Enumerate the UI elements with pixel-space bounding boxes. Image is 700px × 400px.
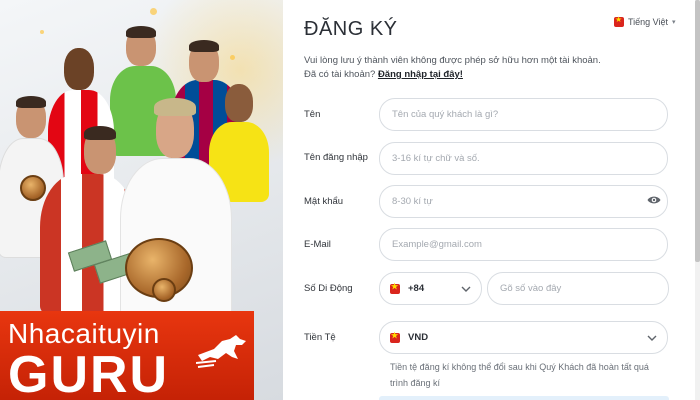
language-selector[interactable]: Tiếng Việt ▾ [614, 15, 676, 27]
name-input[interactable] [379, 98, 668, 131]
name-label: Tên [304, 109, 321, 120]
username-input[interactable] [379, 142, 668, 175]
page-title: ĐĂNG KÝ [304, 18, 398, 40]
scrollbar-thumb[interactable] [695, 0, 700, 262]
phone-input[interactable] [487, 272, 669, 305]
bokeh-light [230, 55, 235, 60]
login-prompt: Đã có tài khoản? [304, 69, 376, 80]
bokeh-light [150, 8, 157, 15]
horse-logo-icon [196, 335, 246, 368]
promo-panel: Nhacaituyin GURU [0, 0, 283, 400]
country-code-select[interactable]: +84 [379, 272, 482, 305]
next-section-edge [379, 396, 669, 400]
eye-icon[interactable] [647, 195, 661, 205]
chevron-down-icon: ▾ [672, 19, 676, 26]
account-note: Vui lòng lưu ý thành viên không được phé… [304, 55, 601, 66]
currency-value: VND [408, 332, 429, 343]
title-mark: ' [372, 20, 374, 30]
scrollbar[interactable] [695, 0, 700, 400]
phone-label: Số Di Động [304, 283, 353, 294]
brand-bottom-text: GURU [8, 346, 170, 400]
password-input[interactable] [379, 185, 668, 218]
brand-logo: Nhacaituyin GURU [0, 311, 254, 400]
chevron-down-icon [461, 286, 471, 292]
currency-select[interactable]: VND [379, 321, 668, 354]
currency-label: Tiền Tệ [304, 332, 336, 343]
vietnam-flag-icon [390, 331, 400, 343]
username-label: Tên đăng nhập [304, 152, 368, 163]
email-input[interactable] [379, 228, 668, 261]
currency-note: Tiền tệ đăng kí không thể đổi sau khi Qu… [390, 362, 649, 388]
language-label: Tiếng Việt [628, 17, 669, 27]
gold-coin [152, 278, 176, 302]
chevron-down-icon [647, 335, 657, 341]
login-link[interactable]: Đăng nhập tại đây! [378, 69, 463, 80]
login-prompt-line: Đã có tài khoản? Đăng nhập tại đây! [304, 69, 463, 80]
vietnam-flag-icon [614, 15, 624, 27]
country-code-value: +84 [408, 283, 425, 294]
vietnam-flag-icon [390, 282, 400, 294]
password-label: Mật khẩu [304, 196, 344, 207]
gold-coin [20, 175, 46, 201]
registration-form: ĐĂNG KÝ ' Tiếng Việt ▾ Vui lòng lưu ý th… [283, 0, 700, 400]
email-label: E-Mail [304, 239, 331, 250]
bokeh-light [40, 30, 44, 34]
